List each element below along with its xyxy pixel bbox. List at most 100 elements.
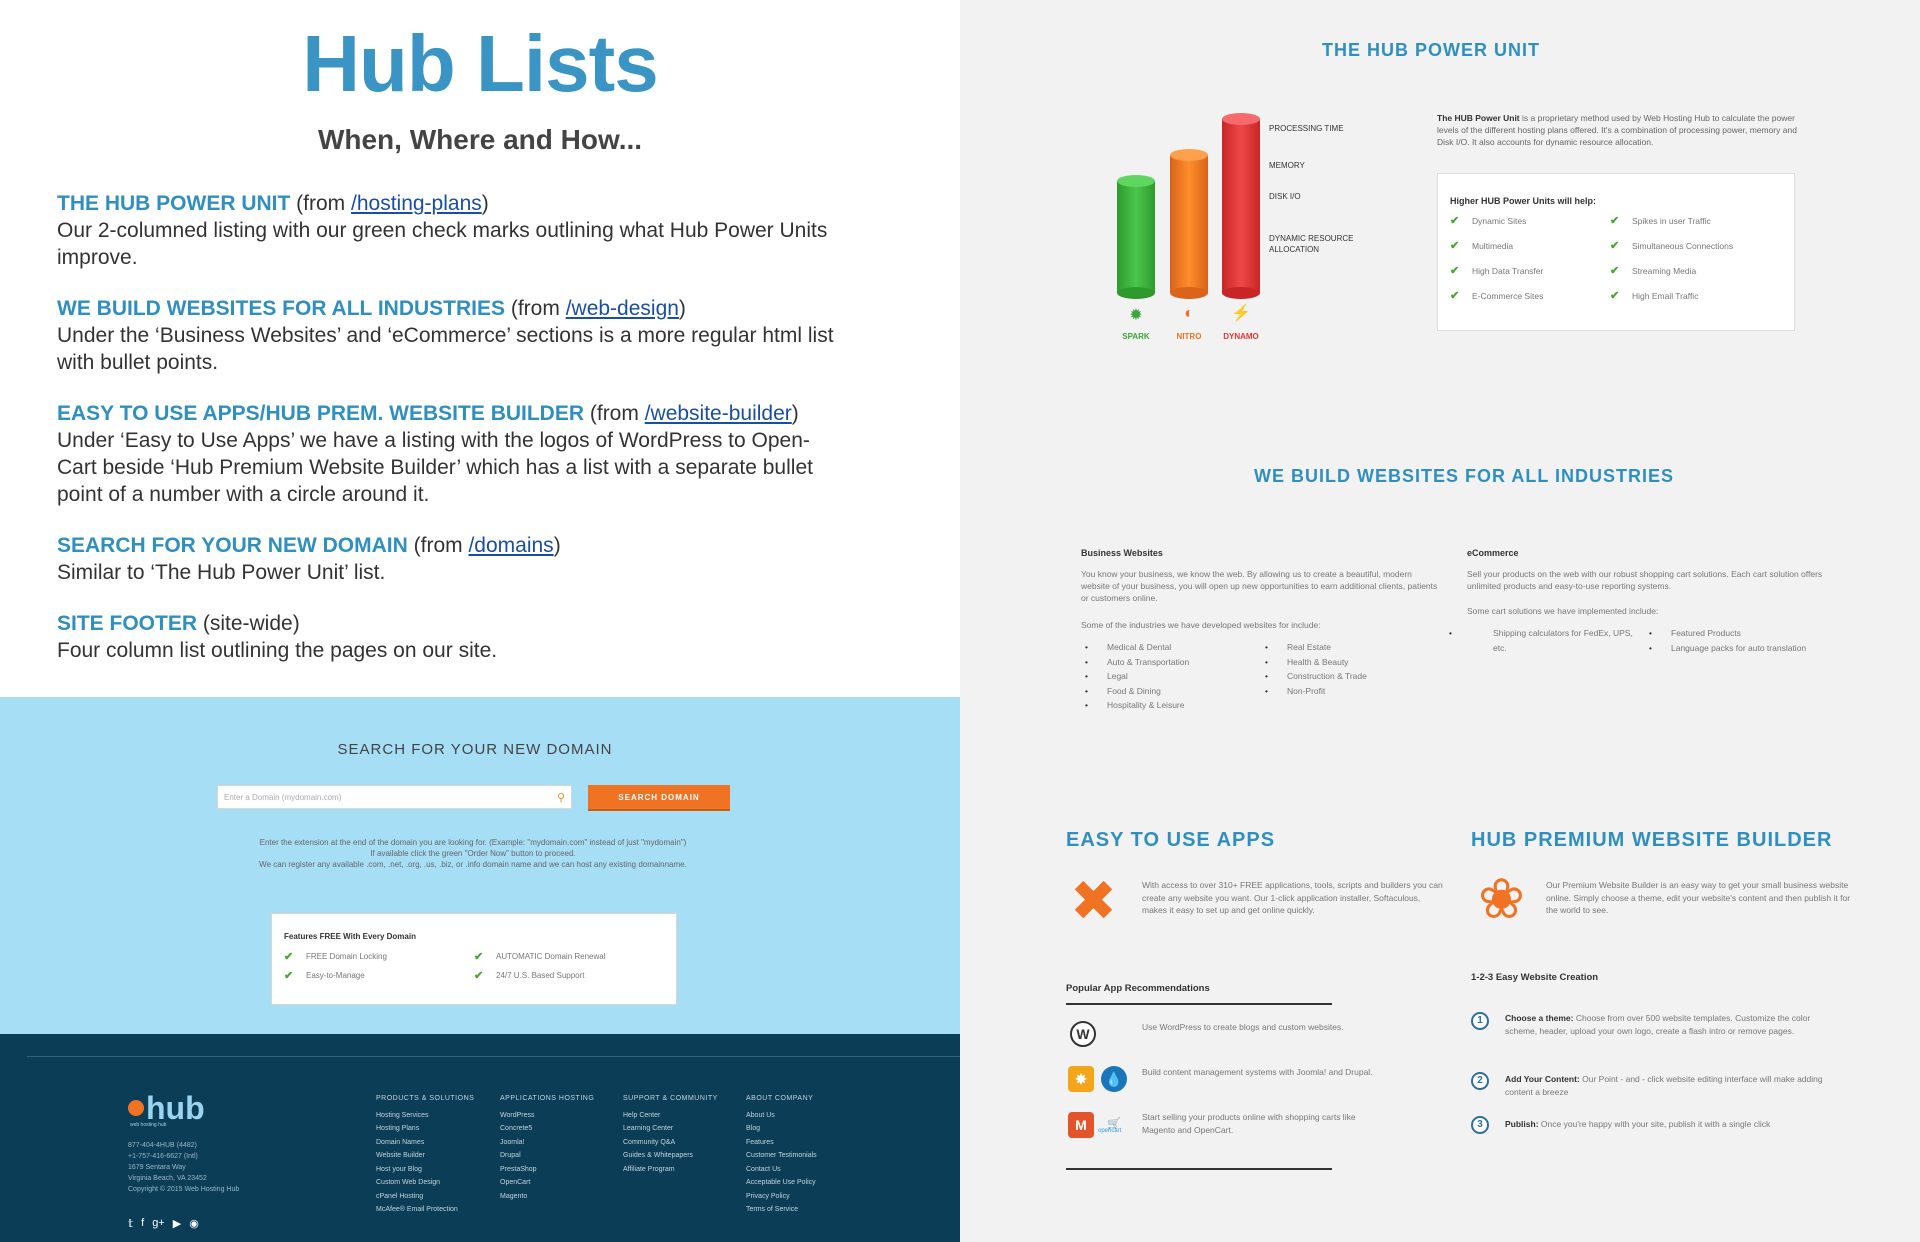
domain-note: We can register any available .com, .net… [259,860,687,869]
intro-item-link[interactable]: /domains [468,534,553,557]
check-icon: ✔ [1450,215,1460,227]
list-item: Language packs for auto translation [1649,641,1806,656]
step-number: 2 [1471,1072,1489,1090]
footer-link[interactable]: Website Builder [376,1149,474,1163]
joomla-icon: ✸ [1068,1066,1094,1092]
footer-link[interactable]: Features [746,1136,817,1150]
footer-link[interactable]: About Us [746,1109,817,1123]
social-links: 𝕥 f g+ ▶ ◉ [128,1217,199,1230]
intro-item-title: THE HUB POWER UNIT [57,192,291,215]
list-item: Food & Dining [1085,684,1189,699]
benefit-item: ✔ E-Commerce Sites [1450,290,1544,302]
footer-link[interactable]: cPanel Hosting [376,1190,474,1204]
metric-label: PROCESSING TIME [1269,124,1344,133]
list-item: Real Estate [1265,640,1367,655]
footer-link[interactable]: Hosting Services [376,1109,474,1123]
intro-item: THE HUB POWER UNIT (from /hosting-plans)… [57,190,847,271]
intro-item: EASY TO USE APPS/HUB PREM. WEBSITE BUILD… [57,400,847,508]
footer-link[interactable]: Acceptable Use Policy [746,1176,817,1190]
footer-link[interactable]: Contact Us [746,1163,817,1177]
footer-link[interactable]: Learning Center [623,1122,718,1136]
feature-item: ✔ 24/7 U.S. Based Support [474,970,585,982]
footer-link[interactable]: Blog [746,1122,817,1136]
intro-item-from: (site-wide) [197,612,300,635]
award-ribbon-icon: ❀ [1478,867,1525,930]
ecommerce-title: eCommerce [1467,548,1519,558]
intro-list: THE HUB POWER UNIT (from /hosting-plans)… [57,190,847,688]
metric-label: DISK I/O [1269,192,1301,201]
intro-item-link[interactable]: /website-builder [645,402,792,425]
footer-link[interactable]: Community Q&A [623,1136,718,1150]
business-industries-list: Medical & Dental Auto & Transportation L… [1085,640,1189,713]
business-industries-list-2: Real Estate Health & Beauty Construction… [1265,640,1367,698]
footer-link[interactable]: Domain Names [376,1136,474,1150]
footer-link[interactable]: Custom Web Design [376,1176,474,1190]
footer-link[interactable]: WordPress [500,1109,594,1123]
footer-link[interactable]: Drupal [500,1149,594,1163]
feature-item: ✔ AUTOMATIC Domain Renewal [474,951,606,963]
domain-search-input[interactable]: Enter a Domain (mydomain.com) ⚲ [217,785,572,809]
business-websites-intro: Some of the industries we have developed… [1081,620,1321,630]
power-unit-heading: THE HUB POWER UNIT [1322,40,1540,60]
check-icon: ✔ [1450,240,1460,252]
wordpress-icon: W [1070,1021,1096,1047]
footer-link[interactable]: OpenCart [500,1176,594,1190]
drupal-icon: 💧 [1101,1066,1127,1092]
footer-link[interactable]: Host your Blog [376,1163,474,1177]
intro-section: Hub Lists When, Where and How... THE HUB… [0,0,960,697]
spark-icon: ✹ [1129,307,1143,324]
rss-icon[interactable]: ◉ [189,1217,199,1230]
app-recs-bottom-divider [1066,1168,1332,1170]
domain-search-placeholder: Enter a Domain (mydomain.com) [224,793,342,802]
intro-item-title: WE BUILD WEBSITES FOR ALL INDUSTRIES [57,297,506,320]
page-title: Hub Lists [302,19,658,108]
google-plus-icon[interactable]: g+ [152,1217,165,1230]
footer-link[interactable]: PrestaShop [500,1163,594,1177]
builder-heading: HUB PREMIUM WEBSITE BUILDER [1471,829,1833,851]
intro-item-link[interactable]: /web-design [566,297,679,320]
benefit-item: ✔ Streaming Media [1610,265,1697,277]
domain-features-box: Features FREE With Every Domain ✔ FREE Do… [271,913,677,1005]
footer-link[interactable]: Guides & Whitepapers [623,1149,718,1163]
footer-link[interactable]: Customer Testimonials [746,1149,817,1163]
twitter-icon[interactable]: 𝕥 [128,1217,133,1230]
business-websites-title: Business Websites [1081,548,1163,558]
domain-note: If available click the green "Order Now"… [370,849,576,858]
domain-heading: SEARCH FOR YOUR NEW DOMAIN [337,741,613,758]
app-rec: Build content management systems with Jo… [1142,1067,1373,1077]
facebook-icon[interactable]: f [141,1217,144,1230]
footer-link[interactable]: Privacy Policy [746,1190,817,1204]
footer-link[interactable]: McAfee® Email Protection [376,1203,474,1217]
check-icon: ✔ [474,970,484,982]
check-icon: ✔ [1610,290,1620,302]
apps-heading: EASY TO USE APPS [1066,829,1276,851]
app-recs-title: Popular App Recommendations [1066,983,1210,994]
steps-title: 1-2-3 Easy Website Creation [1471,972,1599,983]
ecommerce-desc: Sell your products on the web with our r… [1467,569,1823,591]
footer-link[interactable]: Magento [500,1190,594,1204]
intro-item-link[interactable]: /hosting-plans [351,192,482,215]
footer-contact: 877-404-4HUB (4482) +1-757-416-6627 (Int… [128,1142,240,1193]
page-subtitle: When, Where and How... [317,124,643,155]
search-icon: ⚲ [556,792,565,804]
check-icon: ✔ [1450,265,1460,277]
logo-mark-icon [128,1100,144,1116]
footer-link[interactable]: Terms of Service [746,1203,817,1217]
footer-col-apps: APPLICATIONS HOSTING WordPress Concrete5… [500,1092,594,1203]
intro-item-desc: Under the ‘Business Websites’ and ‘eComm… [57,324,834,374]
plan-label-dynamo: DYNAMO [1223,332,1259,341]
spark-cylinder [1117,175,1155,299]
youtube-icon[interactable]: ▶ [173,1217,181,1230]
list-item: Auto & Transportation [1085,655,1189,670]
footer-link[interactable]: Joomla! [500,1136,594,1150]
footer-link[interactable]: Concrete5 [500,1122,594,1136]
right-panel: THE HUB POWER UNIT ✹ ◐ ⚡ SPARK NITRO DYN… [960,0,1920,1242]
intro-item-desc: Our 2-columned listing with our green ch… [57,219,828,269]
benefit-item: ✔ Dynamic Sites [1450,215,1527,227]
search-domain-button[interactable]: SEARCH DOMAIN [588,785,730,811]
footer-link[interactable]: Affiliate Program [623,1163,718,1177]
footer-link[interactable]: Hosting Plans [376,1122,474,1136]
check-icon: ✔ [1450,290,1460,302]
footer-link[interactable]: Help Center [623,1109,718,1123]
tools-icon: ✖ [1070,869,1117,932]
